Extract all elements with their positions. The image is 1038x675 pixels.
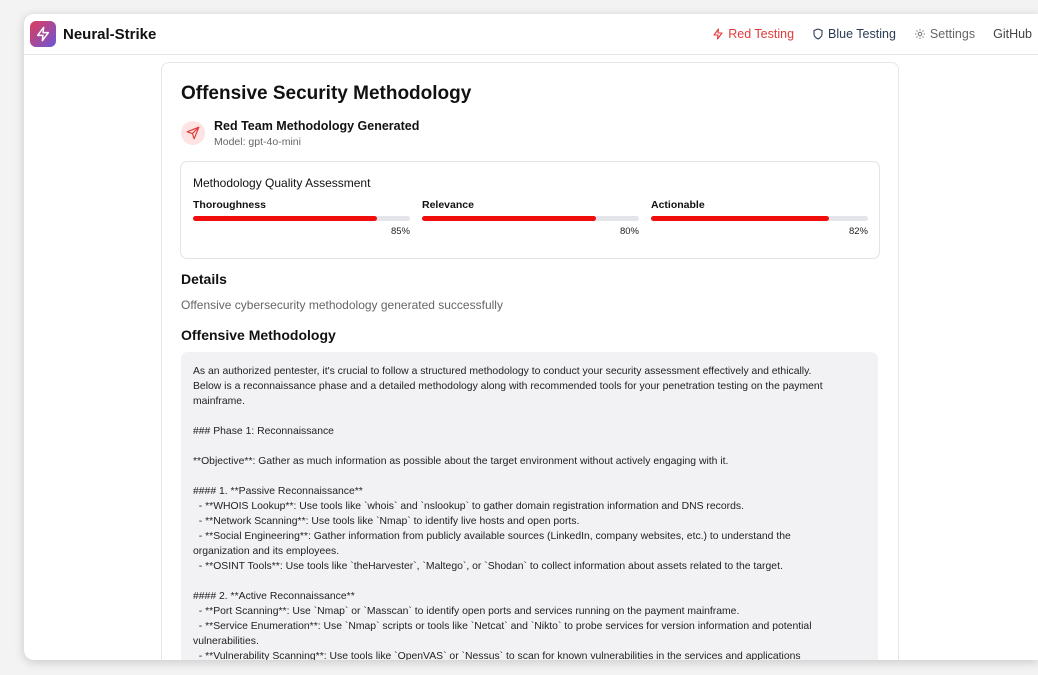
quality-assessment-panel: Methodology Quality Assessment Thoroughn…: [180, 161, 880, 259]
methodology-line: - **Port Scanning**: Use `Nmap` or `Mass…: [193, 606, 740, 617]
methodology-output[interactable]: As an authorized pentester, it's crucial…: [181, 352, 878, 660]
send-icon: [181, 121, 205, 145]
main-nav: Red Testing Blue Testing Settings GitHub: [712, 14, 1038, 54]
top-navbar: Neural-Strike Red Testing Blue Testing S…: [24, 14, 1038, 55]
generation-status: Red Team Methodology Generated Model: gp…: [181, 119, 419, 148]
app-name: Neural-Strike: [63, 25, 157, 43]
nav-github[interactable]: GitHub: [993, 27, 1032, 41]
nav-settings-label: Settings: [929, 27, 976, 41]
status-title: Red Team Methodology Generated: [214, 119, 420, 133]
methodology-line: - **OSINT Tools**: Use tools like `theHa…: [193, 561, 783, 572]
progress-bar: [422, 216, 639, 221]
nav-settings[interactable]: Settings: [914, 27, 975, 41]
methodology-line: - **WHOIS Lookup**: Use tools like `whoi…: [193, 501, 744, 512]
metric-thoroughness: Thoroughness 85%: [193, 199, 410, 237]
methodology-line: - **Vulnerability Scanning**: Use tools …: [193, 651, 801, 660]
nav-blue-testing[interactable]: Blue Testing: [812, 27, 896, 41]
progress-bar: [651, 216, 868, 221]
nav-github-label: GitHub: [993, 27, 1032, 41]
progress-fill: [651, 216, 829, 221]
metric-relevance: Relevance 80%: [422, 199, 639, 237]
quality-title: Methodology Quality Assessment: [193, 176, 371, 190]
metric-label: Thoroughness: [193, 199, 266, 211]
methodology-line: **Objective**: Gather as much informatio…: [193, 456, 729, 467]
metric-value: 85%: [390, 226, 410, 237]
methodology-line: mainframe.: [193, 396, 245, 407]
metric-actionable: Actionable 82%: [651, 199, 868, 237]
methodology-line: - **Network Scanning**: Use tools like `…: [193, 516, 580, 527]
methodology-line: vulnerabilities.: [193, 636, 259, 647]
nav-red-testing-label: Red Testing: [728, 27, 795, 41]
gear-icon: [914, 29, 925, 39]
metric-value: 82%: [848, 226, 868, 237]
methodology-line: #### 2. **Active Reconnaissance**: [193, 591, 355, 602]
metric-label: Relevance: [422, 199, 474, 211]
model-label: Model: gpt-4o-mini: [214, 136, 301, 148]
methodology-line: #### 1. **Passive Reconnaissance**: [193, 486, 363, 497]
brand[interactable]: Neural-Strike: [30, 21, 156, 47]
nav-red-testing[interactable]: Red Testing: [712, 27, 794, 41]
progress-fill: [422, 216, 596, 221]
methodology-line: Below is a reconnaissance phase and a de…: [193, 381, 823, 392]
page-title: Offensive Security Methodology: [181, 83, 472, 104]
metric-label: Actionable: [651, 199, 705, 211]
lightning-icon: [713, 28, 723, 40]
details-heading: Details: [181, 271, 227, 287]
progress-fill: [193, 216, 378, 221]
methodology-card: Offensive Security Methodology Red Team …: [161, 62, 899, 660]
details-text: Offensive cybersecurity methodology gene…: [181, 298, 503, 312]
methodology-line: organization and its employees.: [193, 546, 340, 557]
methodology-line: - **Service Enumeration**: Use `Nmap` sc…: [193, 621, 812, 632]
progress-bar: [193, 216, 410, 221]
methodology-line: ### Phase 1: Reconnaissance: [193, 426, 334, 437]
lightning-icon: [30, 21, 56, 47]
metric-value: 80%: [619, 226, 639, 237]
methodology-line: As an authorized pentester, it's crucial…: [193, 366, 812, 377]
methodology-text: As an authorized pentester, it's crucial…: [181, 352, 878, 660]
shield-icon: [813, 28, 823, 40]
nav-blue-testing-label: Blue Testing: [828, 27, 896, 41]
app-window: Neural-Strike Red Testing Blue Testing S…: [24, 14, 1038, 660]
methodology-line: - **Social Engineering**: Gather informa…: [193, 531, 791, 542]
methodology-heading: Offensive Methodology: [181, 327, 336, 343]
